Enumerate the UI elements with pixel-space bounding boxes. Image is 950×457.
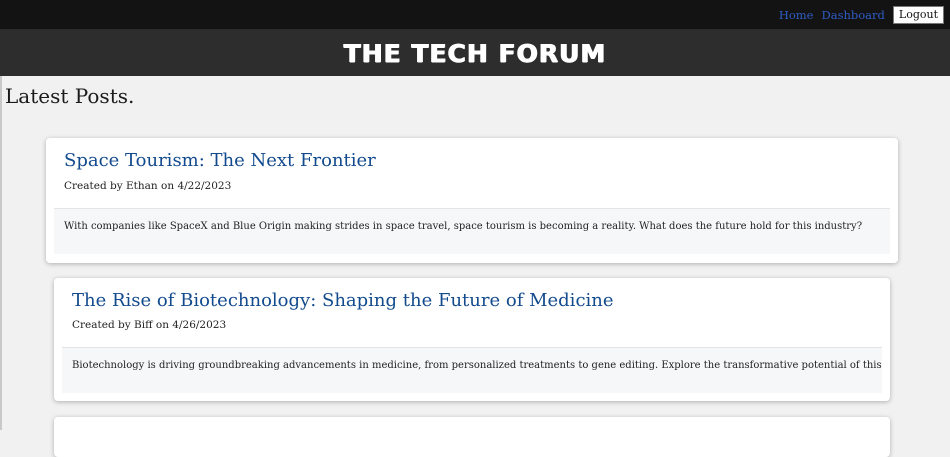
nav-links: Home Dashboard Logout <box>779 6 944 24</box>
site-header: THE TECH FORUM <box>0 30 950 76</box>
nav-dashboard-link[interactable]: Dashboard <box>822 8 885 22</box>
top-navbar: Home Dashboard Logout <box>0 0 950 30</box>
site-title: THE TECH FORUM <box>343 38 607 68</box>
post-meta: Created by Biff on 4/26/2023 <box>72 319 227 331</box>
post-card[interactable] <box>54 417 890 457</box>
post-body: With companies like SpaceX and Blue Orig… <box>54 208 890 254</box>
logout-button[interactable]: Logout <box>892 6 944 24</box>
post-meta: Created by Ethan on 4/22/2023 <box>64 180 232 192</box>
nav-home-link[interactable]: Home <box>779 8 814 22</box>
page-heading: Latest Posts. <box>5 84 135 108</box>
left-divider <box>0 76 2 430</box>
post-title-link[interactable]: The Rise of Biotechnology: Shaping the F… <box>72 290 614 311</box>
post-card[interactable]: The Rise of Biotechnology: Shaping the F… <box>54 278 890 401</box>
post-body: Biotechnology is driving groundbreaking … <box>62 347 882 393</box>
post-card[interactable]: Space Tourism: The Next Frontier Created… <box>46 138 898 263</box>
post-title-link[interactable]: Space Tourism: The Next Frontier <box>64 150 376 171</box>
